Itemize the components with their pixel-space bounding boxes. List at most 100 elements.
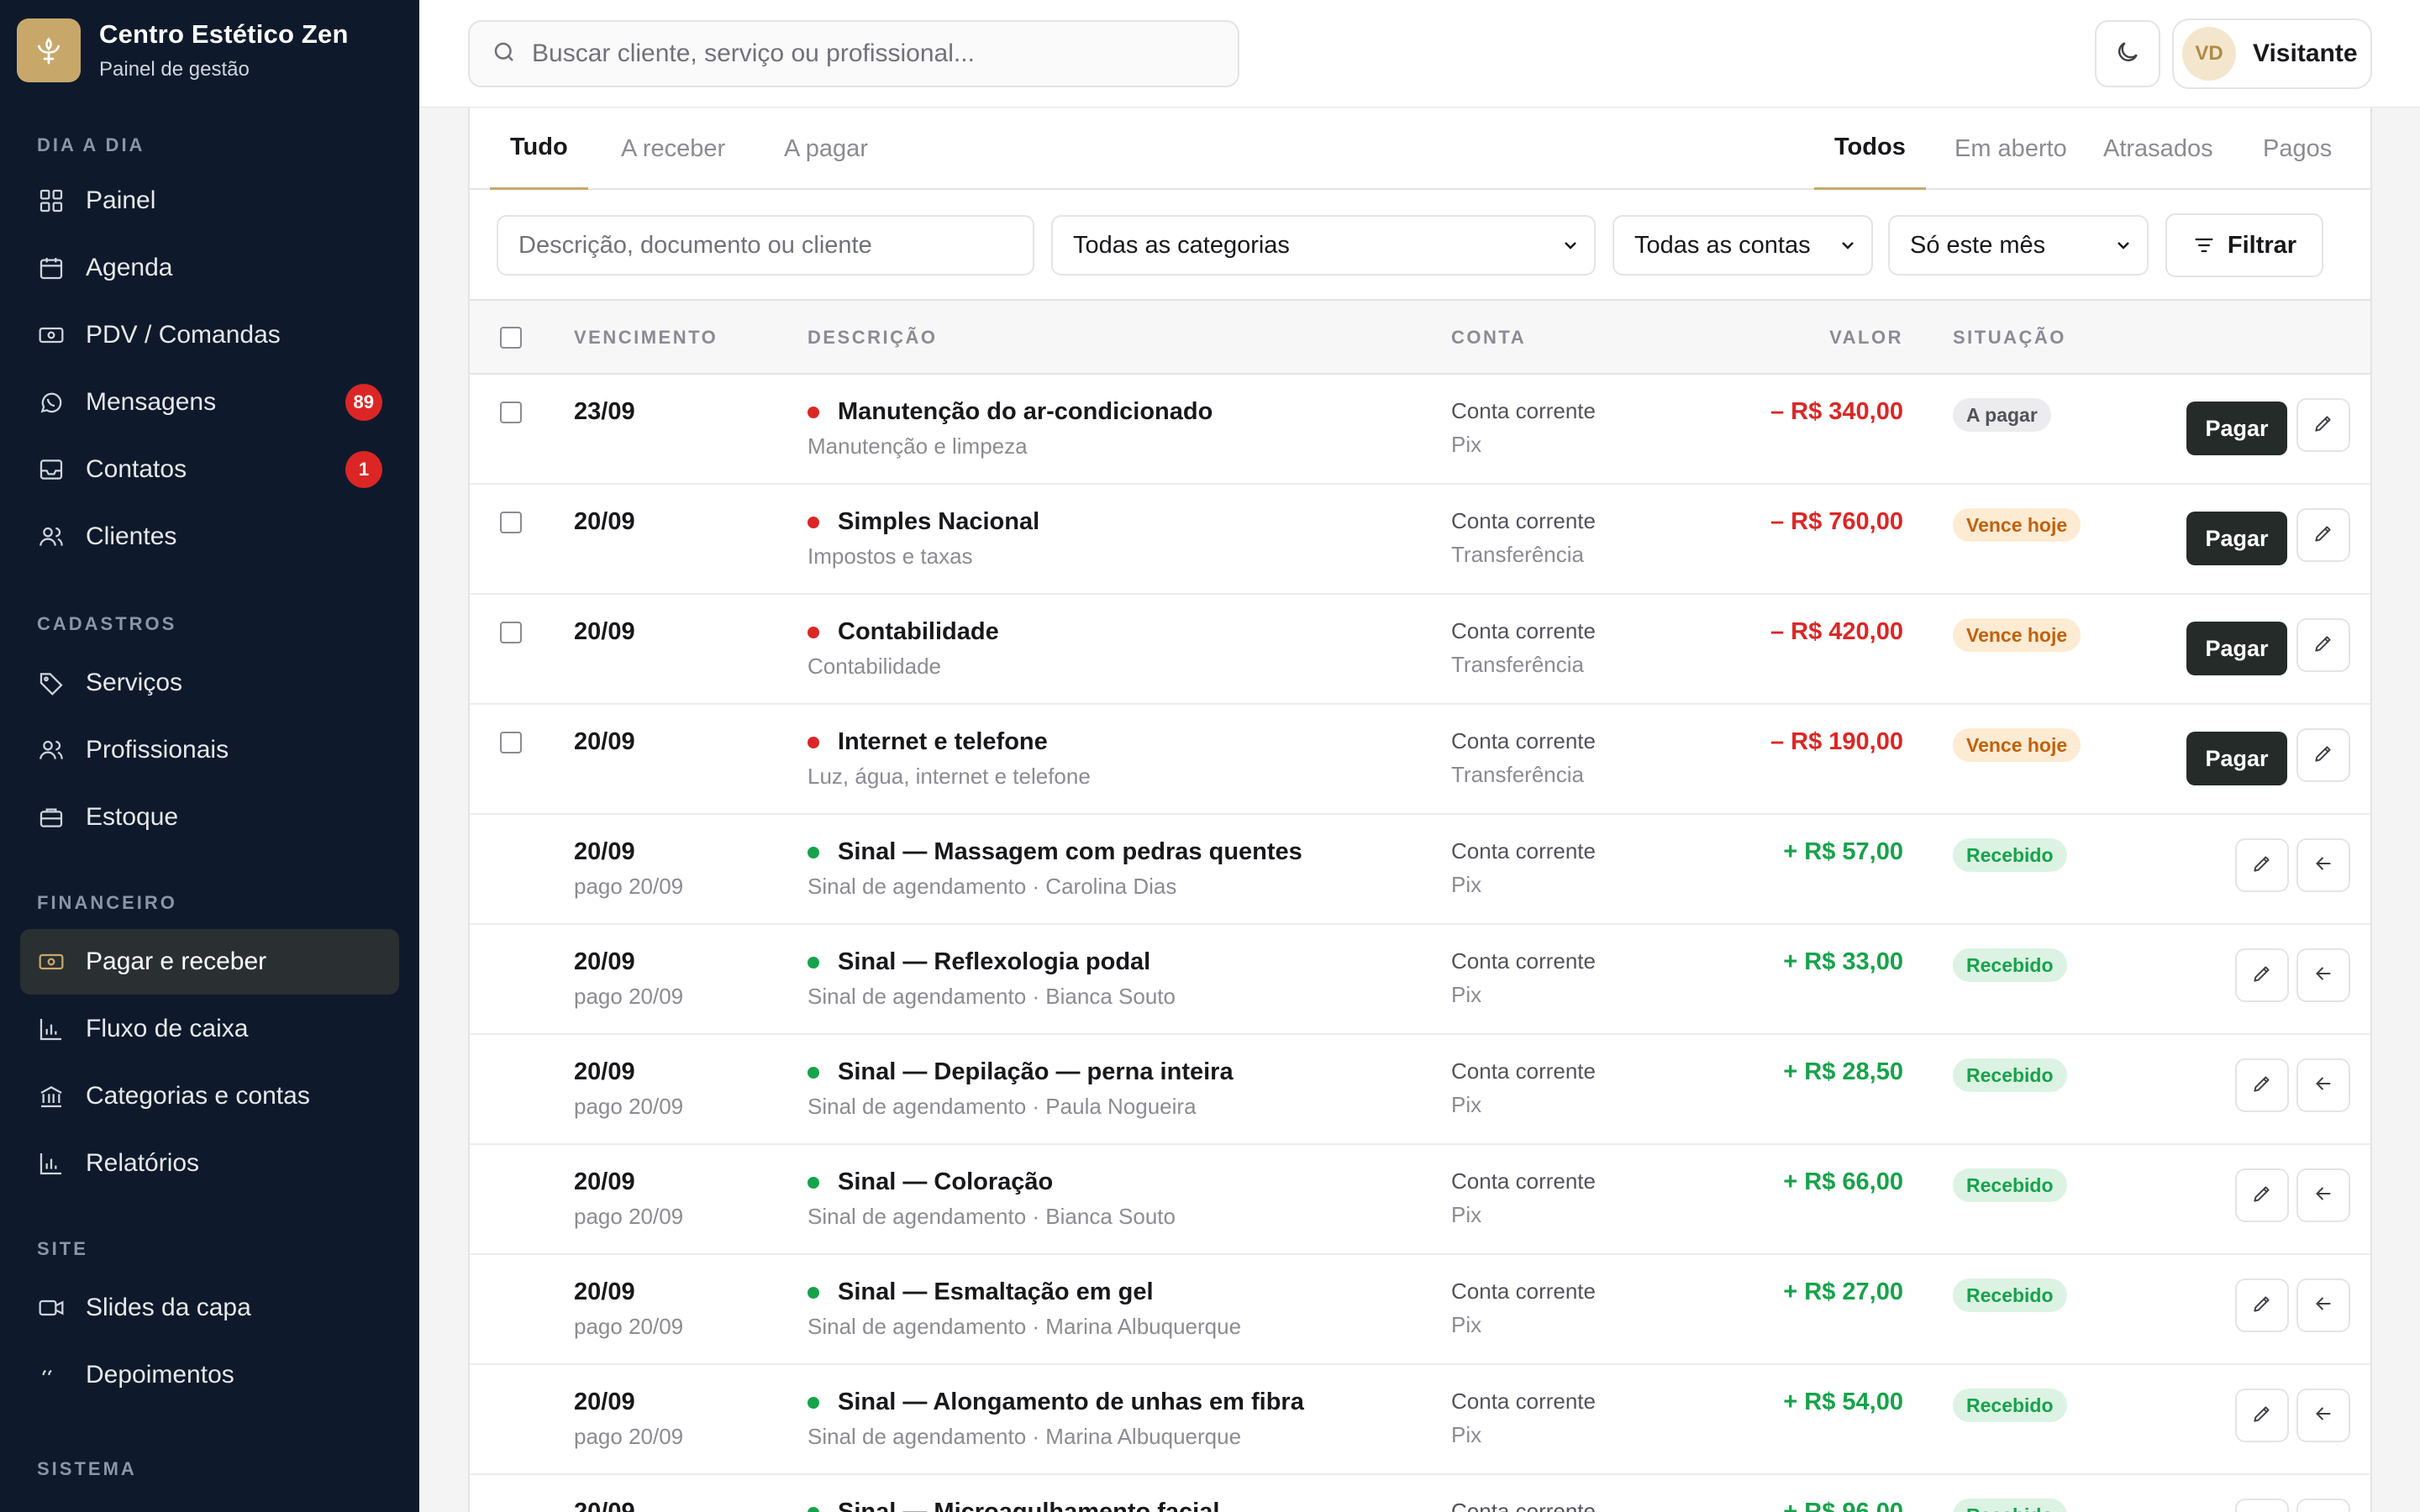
edit-button[interactable] [2235,1389,2289,1442]
reverse-button[interactable] [2296,1389,2350,1442]
tab-a-receber[interactable]: A receber [601,108,745,190]
paid-date: pago 20/09 [574,1204,684,1229]
edit-button[interactable] [2235,1278,2289,1332]
pencil-icon [2251,1293,2273,1319]
tab-em-aberto[interactable]: Em aberto [1934,108,2087,190]
table-row[interactable]: 20/09 pago 20/09 Sinal — Esmaltação em gel… [470,1255,2370,1365]
reverse-button[interactable] [2296,1058,2350,1112]
reverse-button[interactable] [2296,838,2350,892]
sidebar-item-relatorios[interactable]: Relatórios [20,1131,399,1196]
due-date: 20/09 [574,508,635,535]
table-row[interactable]: 20/09 pago 20/09 Sinal — Depilação — perna… [470,1035,2370,1145]
pay-button[interactable]: Pagar [2186,622,2287,675]
sidebar: Centro Estético Zen Painel de gestão DIA… [0,0,419,1512]
edit-button[interactable] [2296,398,2350,452]
theme-toggle-button[interactable] [2095,20,2160,87]
table-row[interactable]: 20/09 pago 20/09 Sinal — Alongamento de un… [470,1365,2370,1475]
row-checkbox[interactable] [500,622,522,643]
col-status[interactable]: SITUAÇÃO [1953,301,2066,375]
select-all-checkbox[interactable] [500,301,522,375]
entry-title: Internet e telefone [808,728,1048,756]
edit-button[interactable] [2235,948,2289,1002]
table-row[interactable]: 20/09 pago 20/09 Sinal — Massagem com pedr… [470,815,2370,925]
sidebar-item-label: Relatórios [86,1149,200,1177]
filter-button[interactable]: Filtrar [2165,213,2323,277]
row-checkbox[interactable] [500,512,522,533]
col-account[interactable]: CONTA [1451,301,1526,375]
entry-title: Sinal — Reflexologia podal [808,948,1150,976]
sidebar-item-slides-da-capa[interactable]: Slides da capa [20,1275,399,1341]
pencil-icon [2251,1183,2273,1209]
table-row[interactable]: 20/09 pago 20/09 Sinal — Reflexologia poda… [470,925,2370,1035]
reverse-button[interactable] [2296,1278,2350,1332]
sidebar-item-label: Painel [86,186,156,214]
account-select[interactable]: Todas as contas [1612,215,1873,276]
type-dot-icon [808,1176,819,1189]
edit-button[interactable] [2235,1058,2289,1112]
description-filter-input[interactable] [497,215,1034,276]
col-value[interactable]: VALOR [1829,301,1903,375]
tab-pagos[interactable]: Pagos [2243,108,2352,190]
row-checkbox[interactable] [500,402,522,423]
brand[interactable]: Centro Estético Zen Painel de gestão [17,18,349,82]
paid-date: pago 20/09 [574,1094,684,1119]
sidebar-item-servicos[interactable]: Serviços [20,650,399,716]
tab-todos[interactable]: Todos [1814,108,1926,190]
sidebar-item-mensagens[interactable]: Mensagens 89 [20,370,399,435]
account-name: Conta corrente [1451,1058,1596,1084]
sidebar-item-pdv-comandas[interactable]: PDV / Comandas [20,302,399,368]
category-select[interactable]: Todas as categorias [1051,215,1596,276]
pay-button[interactable]: Pagar [2186,512,2287,565]
reverse-button[interactable] [2296,948,2350,1002]
sidebar-item-pagar-e-receber[interactable]: Pagar e receber [20,929,399,995]
payment-method: Pix [1451,872,1482,897]
count-badge: 1 [345,451,382,488]
status-badge: Vence hoje [1953,618,2081,652]
row-checkbox[interactable] [500,732,522,753]
user-menu-button[interactable]: VD Visitante [2172,18,2372,89]
edit-button[interactable] [2296,728,2350,782]
sidebar-item-contatos[interactable]: Contatos 1 [20,437,399,502]
col-description[interactable]: DESCRIÇÃO [808,301,938,375]
table-row[interactable]: 20/09 Sinal — Microagulhamento facial Cont… [470,1475,2370,1512]
pencil-icon [2251,853,2273,879]
payment-method: Pix [1451,432,1482,457]
cash-icon [37,948,66,976]
sidebar-item-painel[interactable]: Painel [20,168,399,234]
sidebar-item-depoimentos[interactable]: Depoimentos [20,1342,399,1408]
status-badge: A pagar [1953,398,2051,432]
tab-a-pagar[interactable]: A pagar [764,108,888,190]
sidebar-item-profissionais[interactable]: Profissionais [20,717,399,783]
edit-button[interactable] [2296,618,2350,672]
sidebar-item-estoque[interactable]: Estoque [20,785,399,850]
table-row[interactable]: 20/09 Contabilidade Contabilidade Conta cor… [470,595,2370,705]
tab-tudo[interactable]: Tudo [490,108,588,190]
col-due[interactable]: VENCIMENTO [574,301,718,375]
global-search-input[interactable] [532,39,1221,68]
edit-button[interactable] [2296,508,2350,562]
category-select-wrap: Todas as categorias [1051,215,1596,276]
sidebar-item-clientes[interactable]: Clientes [20,504,399,570]
reverse-button[interactable] [2296,1168,2350,1222]
table-row[interactable]: 20/09 Simples Nacional Impostos e taxas Con… [470,485,2370,595]
table-row[interactable]: 23/09 Manutenção do ar-condicionado Manute… [470,375,2370,485]
sidebar-item-fluxo-de-caixa[interactable]: Fluxo de caixa [20,996,399,1062]
pay-button[interactable]: Pagar [2186,402,2287,455]
table-row[interactable]: 20/09 pago 20/09 Sinal — Coloração Sinal de… [470,1145,2370,1255]
pay-button[interactable]: Pagar [2186,732,2287,785]
reverse-button[interactable] [2296,1499,2350,1512]
sidebar-item-categorias-e-contas[interactable]: Categorias e contas [20,1063,399,1129]
tab-atrasados[interactable]: Atrasados [2083,108,2233,190]
lotus-logo-icon [17,18,81,82]
edit-button[interactable] [2235,838,2289,892]
period-select[interactable]: Só este mês [1888,215,2149,276]
table-row[interactable]: 20/09 Internet e telefone Luz, água, inter… [470,705,2370,815]
account-select-wrap: Todas as contas [1612,215,1873,276]
entry-title-text: Manutenção do ar-condicionado [838,398,1213,425]
sidebar-item-label: Profissionais [86,736,229,764]
sidebar-item-agenda[interactable]: Agenda [20,235,399,301]
entry-title-text: Internet e telefone [838,728,1048,755]
global-search[interactable] [468,20,1239,87]
edit-button[interactable] [2235,1168,2289,1222]
edit-button[interactable] [2235,1499,2289,1512]
